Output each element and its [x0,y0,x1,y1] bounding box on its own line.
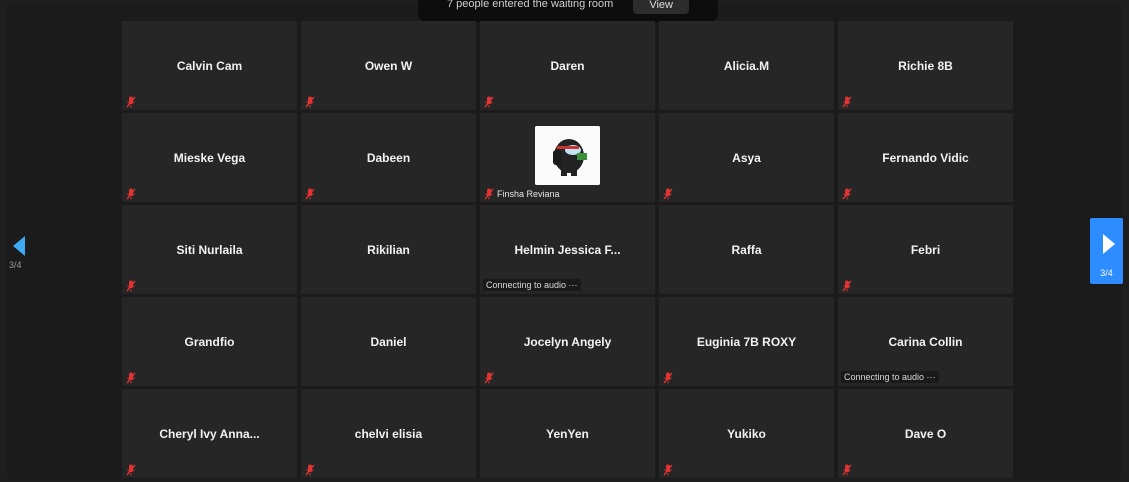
participant-name: Calvin Cam [176,59,243,73]
participant-name: Helmin Jessica F... [514,243,621,257]
participant-name: Owen W [364,59,413,73]
mic-muted-icon [484,371,494,384]
participant-tile[interactable]: Helmin Jessica F... Connecting to audio ·… [480,205,655,294]
mic-muted-icon [126,371,136,384]
participant-tile[interactable]: Dave O [838,389,1013,478]
previous-page-button[interactable]: 3/4 [7,232,31,282]
participant-name: Yukiko [727,427,766,441]
participant-name: Febri [910,243,941,257]
page-indicator-left: 3/4 [9,260,22,270]
participant-tile[interactable]: Carina Collin Connecting to audio ··· [838,297,1013,386]
mic-muted-icon [126,95,136,108]
view-waiting-room-button[interactable]: View [633,0,689,14]
audio-status: Connecting to audio ··· [483,279,581,291]
participant-name: Raffa [731,243,762,257]
participant-name: YenYen [546,427,589,441]
participant-name: Daniel [370,335,407,349]
mic-muted-icon [305,187,315,200]
participant-tile[interactable]: Yukiko [659,389,834,478]
participant-name: Fernando Vidic [882,151,969,165]
mic-muted-icon [842,187,852,200]
participant-tile[interactable]: Cheryl Ivy Anna... [122,389,297,478]
participant-tile[interactable]: Asya [659,113,834,202]
mic-muted-icon [663,463,673,476]
participant-name: Daren [550,59,585,73]
mic-muted-icon [842,463,852,476]
participant-name: Dave O [904,427,947,441]
participant-name: Richie 8B [898,59,953,73]
participant-name: Jocelyn Angely [523,335,612,349]
participant-tile[interactable]: Jocelyn Angely [480,297,655,386]
participant-name: Dabeen [366,151,411,165]
mic-muted-icon [663,371,673,384]
participant-tile[interactable]: Raffa [659,205,834,294]
participant-name: chelvi elisia [354,427,423,441]
mic-muted-icon [126,187,136,200]
mic-muted-icon [305,463,315,476]
chevron-left-icon [13,236,25,256]
participant-tile[interactable]: chelvi elisia [301,389,476,478]
participant-name: Grandfio [184,335,235,349]
participant-video-label: Finsha Reviana [484,188,560,200]
participant-name: Mieske Vega [173,151,246,165]
participant-tile[interactable]: Richie 8B [838,21,1013,110]
participant-tile[interactable]: Finsha Reviana [480,113,655,202]
page-indicator-right: 3/4 [1100,268,1113,278]
waiting-room-banner: 7 people entered the waiting room View [418,0,718,22]
mic-muted-icon [663,187,673,200]
participant-tile[interactable]: Fernando Vidic [838,113,1013,202]
mic-muted-icon [126,463,136,476]
participant-name: Carina Collin [888,335,963,349]
participant-name: Finsha Reviana [497,189,560,199]
participant-tile[interactable]: Febri [838,205,1013,294]
mic-muted-icon [126,279,136,292]
participant-tile[interactable]: Rikilian [301,205,476,294]
participant-tile[interactable]: Euginia 7B ROXY [659,297,834,386]
participant-tile[interactable]: Daniel [301,297,476,386]
audio-status: Connecting to audio ··· [841,371,939,383]
participant-grid: Calvin Cam Owen W Daren Alicia.M Richie 8B Mi… [122,21,1013,478]
participant-tile[interactable]: YenYen [480,389,655,478]
participant-tile[interactable]: Daren [480,21,655,110]
mic-muted-icon [305,95,315,108]
mic-muted-icon [842,95,852,108]
participant-tile[interactable]: Owen W [301,21,476,110]
participant-tile[interactable]: Dabeen [301,113,476,202]
mic-muted-icon [842,279,852,292]
participant-tile[interactable]: Grandfio [122,297,297,386]
next-page-button[interactable]: 3/4 [1090,218,1123,284]
participant-tile[interactable]: Siti Nurlaila [122,205,297,294]
participant-name: Alicia.M [723,59,770,73]
participant-name: Cheryl Ivy Anna... [159,427,260,441]
mic-muted-icon [484,95,494,108]
participant-name: Asya [732,151,761,165]
participant-name: Siti Nurlaila [176,243,243,257]
participant-tile[interactable]: Alicia.M [659,21,834,110]
participant-avatar [535,126,600,185]
participant-tile[interactable]: Calvin Cam [122,21,297,110]
mic-muted-icon [484,188,494,200]
participant-name: Euginia 7B ROXY [696,335,797,349]
chevron-right-icon [1103,234,1115,254]
participant-tile[interactable]: Mieske Vega [122,113,297,202]
participant-name: Rikilian [367,243,410,257]
waiting-room-message: 7 people entered the waiting room [447,0,614,10]
